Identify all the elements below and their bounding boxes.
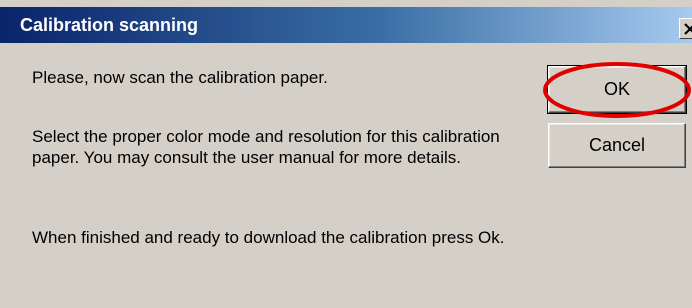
dialog-title: Calibration scanning — [20, 15, 199, 35]
close-icon — [684, 23, 692, 35]
close-button[interactable] — [679, 18, 692, 39]
ok-button-label: OK — [603, 79, 630, 99]
instruction-color-mode: Select the proper color mode and resolut… — [32, 127, 500, 167]
instruction-scan: Please, now scan the calibration paper. — [32, 68, 328, 87]
title-bar[interactable]: Calibration scanning — [0, 7, 692, 43]
cancel-button[interactable]: Cancel — [548, 123, 686, 168]
cancel-button-label: Cancel — [588, 135, 646, 155]
instruction-download: When finished and ready to download the … — [32, 228, 505, 247]
calibration-dialog: Calibration scanning Please, now scan th… — [0, 0, 692, 308]
ok-button[interactable]: OK — [547, 65, 687, 114]
